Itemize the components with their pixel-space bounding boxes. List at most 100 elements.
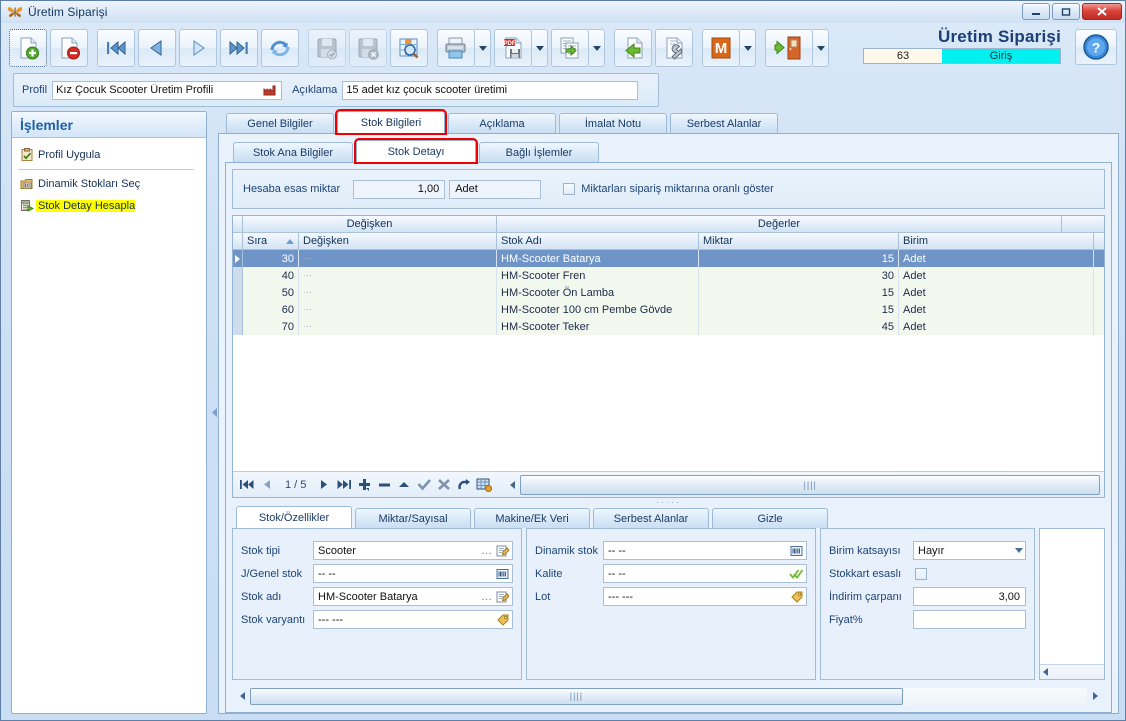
stokkart-esasli-checkbox[interactable] [915, 567, 927, 580]
edit-note-icon[interactable] [495, 543, 510, 558]
nav-last-button[interactable] [334, 475, 354, 495]
col-header-miktar[interactable]: Miktar [699, 233, 899, 249]
export-pdf-button[interactable]: PDF [494, 29, 532, 67]
stok-varyanti-input[interactable]: --- --- [313, 610, 513, 629]
nav-first-button[interactable] [237, 475, 257, 495]
dtab-makine-ek-veri[interactable]: Makine/Ek Veri [474, 508, 590, 528]
edit-note-icon[interactable] [495, 589, 510, 604]
scroll-right-arrow[interactable] [1087, 688, 1103, 705]
col-header-stok-adi[interactable]: Stok Adı [497, 233, 699, 249]
nav-prev-button[interactable] [257, 475, 277, 495]
ellipsis-icon[interactable]: … [481, 591, 492, 603]
tab-imalat-notu[interactable]: İmalat Notu [559, 113, 667, 133]
dtab-gizle[interactable]: Gizle [712, 508, 828, 528]
profil-input[interactable]: Kız Çocuk Scooter Üretim Profili [52, 80, 283, 100]
delete-record-button[interactable] [50, 29, 88, 67]
chevron-down-icon[interactable] [1015, 548, 1023, 553]
nav-edit-button[interactable] [394, 475, 414, 495]
new-record-button[interactable] [9, 29, 47, 67]
tab-aciklama[interactable]: Açıklama [448, 113, 556, 133]
hesaba-esas-miktar-unit[interactable]: Adet [449, 179, 542, 199]
scroll-thumb[interactable]: |||| [520, 474, 1100, 495]
col-header-sira[interactable]: Sıra [243, 233, 299, 249]
barcode-icon[interactable] [495, 566, 510, 581]
pdf-dropdown-arrow[interactable] [532, 29, 548, 67]
nav-confirm-button[interactable] [414, 475, 434, 495]
scroll-left-arrow[interactable] [234, 688, 250, 705]
factory-icon[interactable] [262, 83, 278, 98]
query-button[interactable] [390, 29, 428, 67]
copy-dropdown-arrow[interactable] [589, 29, 605, 67]
fiyat-yuzde-input[interactable] [913, 610, 1026, 629]
nav-settings-button[interactable] [474, 475, 494, 495]
grid-horizontal-scrollbar[interactable]: |||| [504, 474, 1100, 495]
previous-record-button[interactable] [138, 29, 176, 67]
nav-cancel-button[interactable] [434, 475, 454, 495]
first-record-button[interactable] [97, 29, 135, 67]
jgenel-stok-input[interactable]: -- -- [313, 564, 513, 583]
collapse-arrow-icon[interactable] [212, 408, 217, 417]
col-header-birim[interactable]: Birim [899, 233, 1094, 249]
ellipsis-icon[interactable]: … [481, 545, 492, 557]
tag-icon[interactable] [495, 612, 510, 627]
oranli-goster-checkbox[interactable] [563, 183, 576, 195]
next-record-button[interactable] [179, 29, 217, 67]
dtab-stok-ozellikler[interactable]: Stok/Özellikler [236, 506, 352, 528]
macro-dropdown-arrow[interactable] [740, 29, 756, 67]
nav-remove-button[interactable] [374, 475, 394, 495]
nav-next-button[interactable] [314, 475, 334, 495]
tab-genel-bilgiler[interactable]: Genel Bilgiler [226, 113, 334, 133]
minimize-button[interactable] [1022, 3, 1050, 20]
table-row[interactable]: 70 ⋯ HM-Scooter Teker 45 Adet [233, 318, 1104, 335]
exit-button[interactable] [765, 29, 813, 67]
table-row[interactable]: 30 ⋯ HM-Scooter Batarya 15 Adet [233, 250, 1104, 267]
kalite-input[interactable]: -- -- [603, 564, 807, 583]
tab-stok-bilgileri[interactable]: Stok Bilgileri [335, 109, 447, 135]
scroll-track[interactable]: |||| [250, 687, 1087, 705]
copy-button[interactable] [551, 29, 589, 67]
maximize-button[interactable] [1052, 3, 1080, 20]
double-check-icon[interactable] [789, 566, 804, 581]
birim-katsayisi-select[interactable]: Hayır [913, 541, 1026, 560]
panel-horizontal-scrollbar[interactable]: |||| [232, 684, 1105, 706]
extra-horizontal-scrollbar[interactable] [1040, 664, 1104, 679]
stok-tipi-input[interactable]: Scooter … [313, 541, 513, 560]
splitter-dots[interactable]: ····· [232, 498, 1105, 507]
print-button[interactable] [437, 29, 475, 67]
exit-dropdown-arrow[interactable] [813, 29, 829, 67]
col-header-degisken[interactable]: Değişken [299, 233, 497, 249]
refresh-button[interactable] [261, 29, 299, 67]
table-row[interactable]: 60 ⋯ HM-Scooter 100 cm Pembe Gövde 15 Ad… [233, 301, 1104, 318]
scroll-left-arrow[interactable] [1043, 668, 1048, 676]
stok-adi-input[interactable]: HM-Scooter Batarya … [313, 587, 513, 606]
barcode-icon[interactable] [789, 543, 804, 558]
tag-icon[interactable] [789, 589, 804, 604]
lot-input[interactable]: --- --- [603, 587, 807, 606]
dtab-serbest-alanlar[interactable]: Serbest Alanlar [593, 508, 709, 528]
close-button[interactable] [1082, 3, 1122, 20]
scroll-left-arrow[interactable] [504, 475, 520, 495]
macro-button[interactable]: M [702, 29, 740, 67]
sidebar-item-stok-detay-hesapla[interactable]: Stok Detay Hesapla [12, 195, 206, 217]
subtab-bagli-islemler[interactable]: Bağlı İşlemler [479, 142, 599, 162]
nav-undo-button[interactable] [454, 475, 474, 495]
help-button[interactable]: ? [1075, 29, 1117, 65]
dtab-miktar-sayisal[interactable]: Miktar/Sayısal [355, 508, 471, 528]
subtab-stok-detayi[interactable]: Stok Detayı [354, 138, 478, 164]
scroll-thumb[interactable]: |||| [250, 687, 903, 705]
aciklama-input[interactable]: 15 adet kız çocuk scooter üretimi [342, 80, 639, 100]
table-row[interactable]: 50 ⋯ HM-Scooter Ön Lamba 15 Adet [233, 284, 1104, 301]
back-button[interactable] [614, 29, 652, 67]
last-record-button[interactable] [220, 29, 258, 67]
save-close-button[interactable] [349, 29, 387, 67]
subtab-stok-ana-bilgiler[interactable]: Stok Ana Bilgiler [233, 142, 353, 162]
table-row[interactable]: 40 ⋯ HM-Scooter Fren 30 Adet [233, 267, 1104, 284]
sidebar-item-dinamik-stoklari-sec[interactable]: Dinamik Stokları Seç [12, 173, 206, 195]
sidebar-splitter[interactable] [211, 111, 218, 714]
sidebar-item-profil-uygula[interactable]: Profil Uygula [12, 144, 206, 166]
print-dropdown-arrow[interactable] [475, 29, 491, 67]
tools-button[interactable] [655, 29, 693, 67]
hesaba-esas-miktar-input[interactable]: 1,00 [353, 179, 446, 199]
nav-add-button[interactable] [354, 475, 374, 495]
save-button[interactable] [308, 29, 346, 67]
